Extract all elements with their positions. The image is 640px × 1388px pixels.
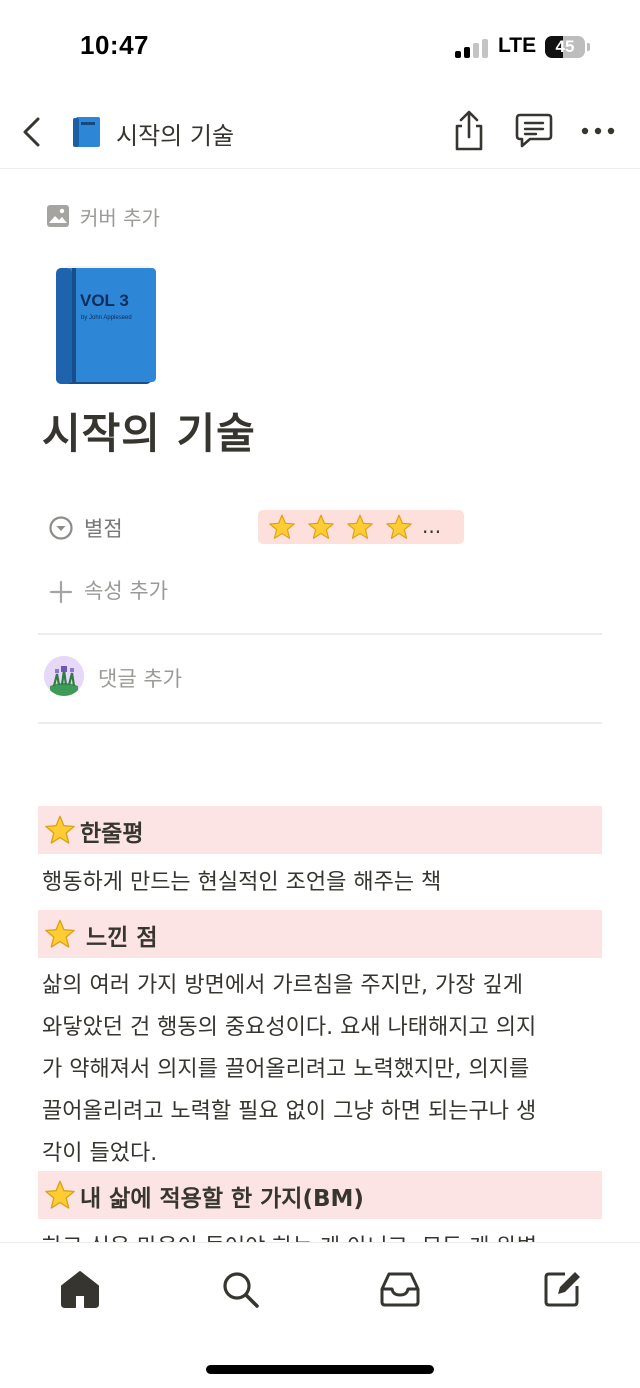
star-emoji-icon [44,815,76,845]
image-icon [46,204,70,228]
paragraph-line[interactable]: 각이 들었다. [42,1133,598,1175]
more-icon[interactable] [578,116,618,146]
star-emoji-icon [44,919,76,949]
battery-level: 45 [555,37,575,56]
add-property-label: 속성 추가 [84,579,168,603]
star-emoji-icon [307,514,335,540]
add-cover-label: 커버 추가 [80,206,160,230]
battery-icon: 45 [545,36,585,58]
home-icon[interactable] [56,1265,104,1313]
nav-title: 시작의 기술 [116,122,235,150]
paragraph[interactable]: 행동하게 만드는 현실적인 조언을 해주는 책 [42,862,598,904]
plus-icon [48,579,74,605]
avatar [44,656,84,696]
star-emoji-icon [385,514,413,540]
star-emoji-icon [346,514,374,540]
search-icon[interactable] [216,1265,264,1313]
heading-apply-to-life[interactable]: 내 삶에 적용할 한 가지(BM) [38,1171,602,1219]
star-emoji-icon [44,1180,76,1210]
paragraph-line[interactable]: 끌어올리려고 노력할 필요 없이 그냥 하면 되는구나 생 [42,1091,598,1133]
book-cover-vol: VOL 3 [80,291,129,310]
battery-tip [587,43,590,51]
heading-impressions[interactable]: 느낀 점 [38,910,602,958]
rating-overflow: ... [422,514,442,538]
back-chevron-icon[interactable] [18,114,48,150]
signal-icon [455,38,489,58]
new-page-icon[interactable] [538,1265,586,1313]
status-time: 10:47 [80,30,149,60]
page-icon[interactable]: VOL 3 by John Appleseed [52,262,156,386]
divider [38,633,602,635]
home-indicator [206,1365,434,1374]
book-icon [72,116,102,148]
paragraph-line[interactable]: 삶의 여러 가지 방면에서 가르침을 주지만, 가장 깊게 [42,965,598,1007]
paragraph-line[interactable]: 가 약해져서 의지를 끌어올리려고 노력했지만, 의지를 [42,1049,598,1091]
property-rating[interactable]: 별점 ... [48,510,608,546]
top-nav-bar: 시작의 기술 [0,96,640,169]
share-icon[interactable] [450,110,488,152]
rating-value[interactable]: ... [258,510,464,544]
paragraph-line[interactable]: 와닿았던 건 행동의 중요성이다. 요새 나태해지고 의지 [42,1007,598,1049]
divider [38,722,602,724]
select-property-icon [48,515,74,541]
heading-text: 한줄평 [80,821,144,847]
star-emoji-icon [268,514,296,540]
heading-text: 내 삶에 적용할 한 가지(BM) [80,1186,364,1212]
book-cover-byline: by John Appleseed [81,315,132,321]
heading-one-line-review[interactable]: 한줄평 [38,806,602,854]
bottom-tab-bar [0,1242,640,1388]
network-label: LTE [498,34,537,57]
heading-text: 느낀 점 [86,925,158,951]
comment-icon[interactable] [514,112,554,150]
inbox-icon[interactable] [376,1265,424,1313]
add-comment-label: 댓글 추가 [98,667,182,691]
property-name: 별점 [84,517,123,541]
status-bar: 10:47 LTE 45 [0,0,640,96]
page-title[interactable]: 시작의 기술 [42,400,256,461]
